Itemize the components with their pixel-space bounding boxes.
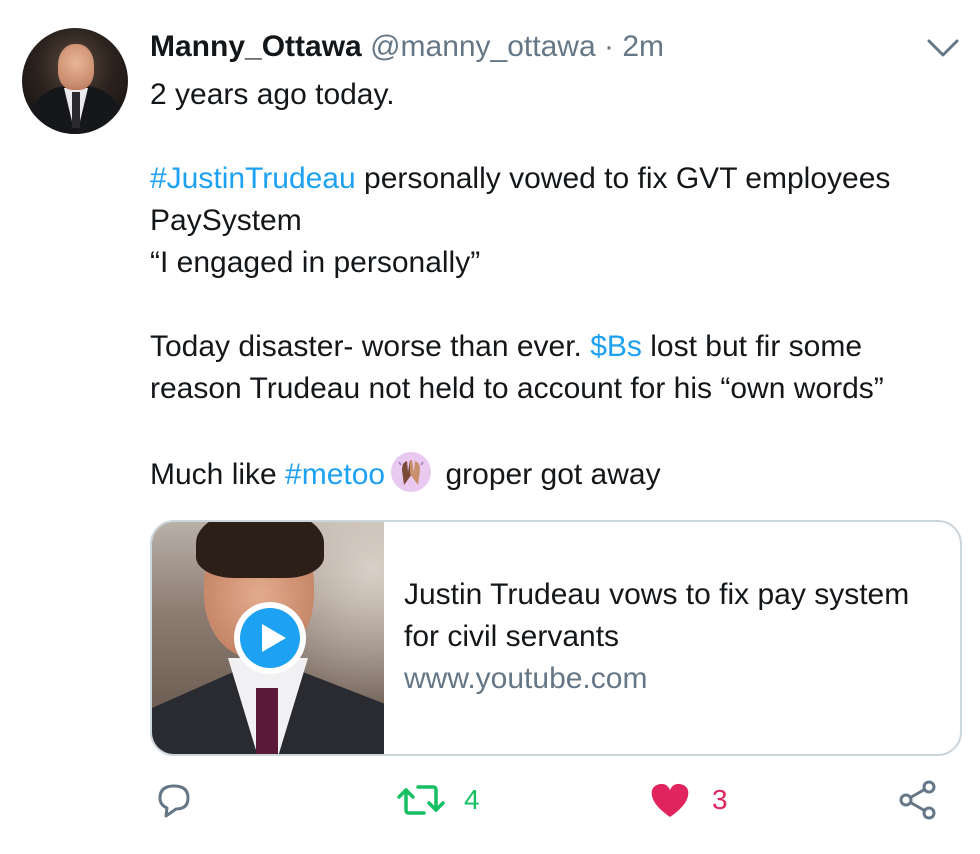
like-count: 3 xyxy=(712,784,728,815)
retweet-icon[interactable] xyxy=(396,778,446,822)
retweet-count: 4 xyxy=(464,784,480,815)
author-name[interactable]: Manny_Ottawa xyxy=(150,30,362,63)
raising-hands-emoji-icon xyxy=(391,452,432,492)
hashtag-justintrudeau[interactable]: #JustinTrudeau xyxy=(150,162,356,195)
tweet-line-5: Today disaster- worse than ever. $Bs los… xyxy=(150,326,970,368)
tweet-line-5-post: lost but fir some xyxy=(641,330,862,363)
thumbnail-tie xyxy=(256,688,278,754)
tweet-header: Manny_Ottawa @manny_ottawa · 2m xyxy=(150,28,664,66)
tweet-line-7-pre: Much like xyxy=(150,458,286,491)
share-icon[interactable] xyxy=(896,778,940,822)
play-icon[interactable] xyxy=(232,600,308,676)
author-avatar[interactable] xyxy=(22,28,128,134)
tweet-text: 2 years ago today. #JustinTrudeau person… xyxy=(150,74,970,496)
card-title[interactable]: Justin Trudeau vows to fix pay system fo… xyxy=(404,574,924,658)
hashtag-metoo[interactable]: #metoo xyxy=(285,458,385,491)
thumbnail-hair xyxy=(196,522,324,578)
tweet-line-2-text: personally vowed to fix GVT employees xyxy=(355,162,891,195)
tweet-line-7: Much like #metoo groper got away xyxy=(150,452,970,496)
author-handle[interactable]: @manny_ottawa xyxy=(370,30,596,63)
chevron-down-icon[interactable] xyxy=(925,36,961,60)
card-domain[interactable]: www.youtube.com xyxy=(404,658,647,700)
tweet-line-7-post: groper got away xyxy=(437,458,661,491)
avatar-tie xyxy=(72,92,80,128)
tweet-line-2: #JustinTrudeau personally vowed to fix G… xyxy=(150,158,970,200)
tweet-timestamp[interactable]: 2m xyxy=(622,30,664,63)
tweet-line-5-pre: Today disaster- worse than ever. xyxy=(150,330,591,363)
reply-icon[interactable] xyxy=(152,778,196,822)
cashtag-bs[interactable]: $Bs xyxy=(590,330,642,363)
tweet-line-6: reason Trudeau not held to account for h… xyxy=(150,372,884,405)
tweet-line-4: “I engaged in personally” xyxy=(150,246,481,279)
heart-icon[interactable] xyxy=(648,778,692,822)
tweet-line-3: PaySystem xyxy=(150,204,302,237)
avatar-face xyxy=(58,44,94,90)
separator-dot: · xyxy=(603,30,614,63)
tweet-line-1: 2 years ago today. xyxy=(150,78,395,111)
card-thumbnail[interactable] xyxy=(152,522,384,754)
